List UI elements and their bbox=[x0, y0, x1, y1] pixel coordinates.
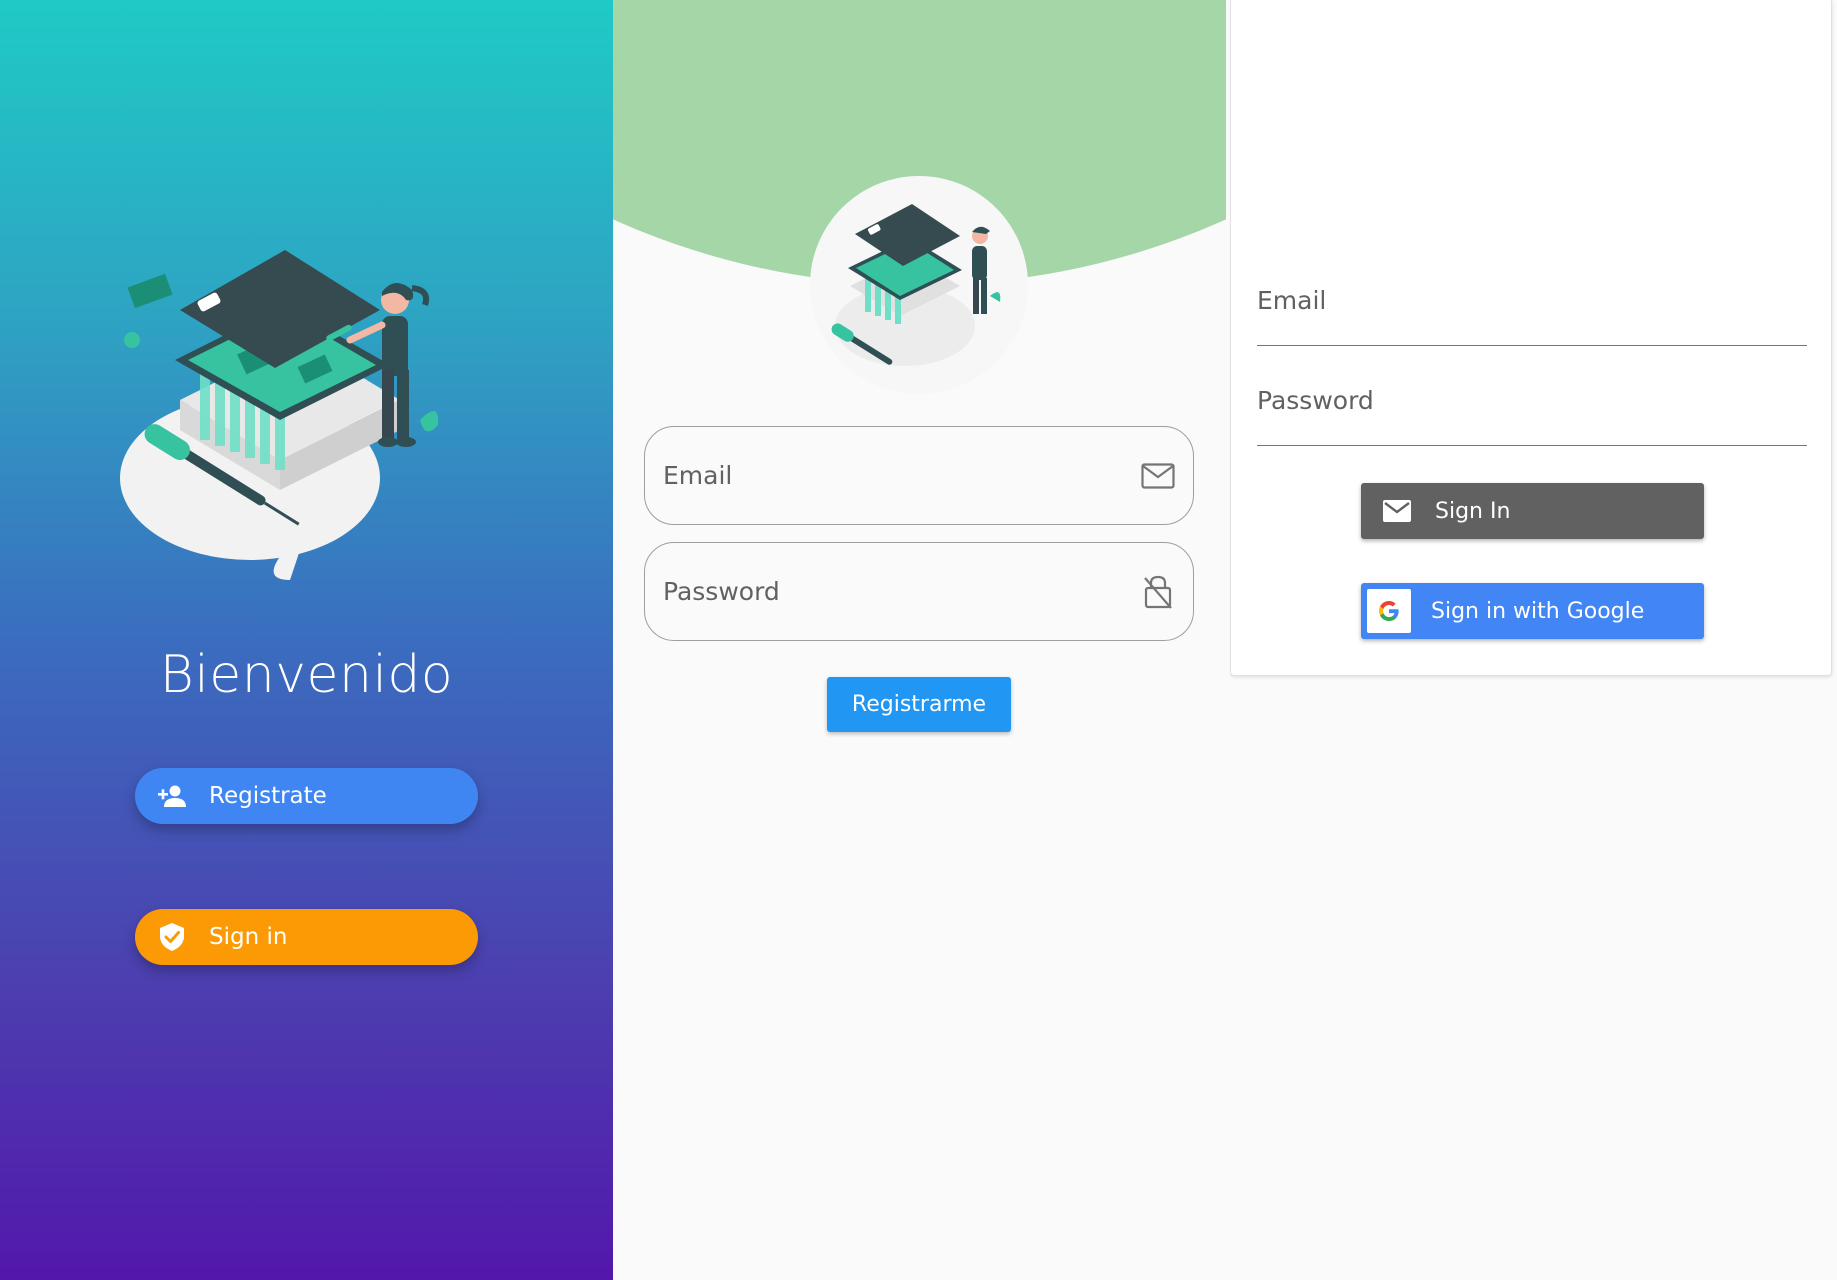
signin-password-placeholder: Password bbox=[1257, 386, 1374, 415]
phone-repair-illustration bbox=[120, 250, 490, 590]
mail-outline-icon bbox=[1141, 459, 1175, 493]
password-field[interactable]: Password bbox=[644, 542, 1194, 641]
signin-button-label: Sign in bbox=[209, 924, 288, 950]
signin-password-field[interactable]: Password bbox=[1257, 386, 1807, 446]
signin-button[interactable]: Sign in bbox=[135, 909, 478, 965]
register-button[interactable]: Registrate bbox=[135, 768, 478, 824]
register-button-label: Registrate bbox=[209, 783, 327, 809]
signin-screen: Email Password Sign In Sign in with Goog… bbox=[1230, 0, 1837, 1280]
email-signin-label: Sign In bbox=[1435, 498, 1511, 524]
person-add-icon bbox=[157, 781, 187, 811]
register-screen: Email Password Registrarme bbox=[613, 0, 1226, 1280]
welcome-title: Bienvenido bbox=[159, 645, 454, 705]
email-signin-button[interactable]: Sign In bbox=[1361, 483, 1704, 539]
signin-email-placeholder: Email bbox=[1257, 286, 1327, 315]
google-signin-label: Sign in with Google bbox=[1431, 598, 1645, 624]
mail-icon bbox=[1381, 495, 1413, 527]
welcome-screen: Bienvenido Registrate Sign in bbox=[0, 0, 613, 1280]
register-submit-button[interactable]: Registrarme bbox=[827, 677, 1011, 732]
google-logo-icon bbox=[1367, 589, 1411, 633]
email-placeholder: Email bbox=[663, 461, 733, 490]
google-signin-button[interactable]: Sign in with Google bbox=[1361, 583, 1704, 639]
signin-email-field[interactable]: Email bbox=[1257, 286, 1807, 346]
signin-card: Email Password Sign In Sign in with Goog… bbox=[1230, 0, 1832, 676]
password-placeholder: Password bbox=[663, 577, 780, 606]
avatar bbox=[810, 176, 1028, 394]
verified-shield-icon bbox=[157, 922, 187, 952]
lock-open-outline-icon bbox=[1141, 575, 1175, 609]
email-field[interactable]: Email bbox=[644, 426, 1194, 525]
